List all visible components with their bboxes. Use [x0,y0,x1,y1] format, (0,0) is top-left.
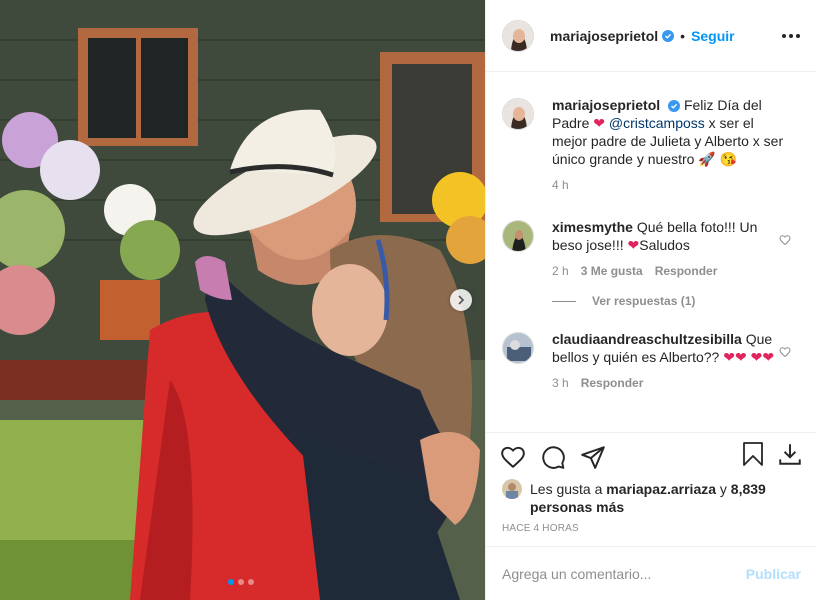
carousel-dot-active [228,579,234,585]
caption-mention[interactable]: @cristcamposs [609,115,705,131]
post-photo[interactable] [0,0,485,600]
comment-body-end: Saludos [639,237,690,253]
caption-time[interactable]: 4 h [552,178,569,192]
reply-button[interactable]: Responder [655,264,718,278]
comments-section[interactable]: mariajoseprietol Feliz Día del Padre ❤ @… [486,82,816,432]
likes-connector: y [719,481,727,497]
comment-input[interactable] [502,565,746,582]
post-image [0,0,485,600]
red-heart-icon: ❤❤ [723,349,747,365]
publish-button[interactable]: Publicar [746,566,801,582]
rocket-icon: 🚀 [698,151,716,167]
red-heart-icon: ❤ [627,237,640,253]
comment-item: ximesmythe Qué bella foto!!! Un beso jos… [486,218,816,278]
chevron-right-icon [458,295,465,305]
comment-meta: 3 h Responder [552,376,784,390]
separator-dot: • [680,27,686,44]
view-replies-button[interactable]: Ver respuestas (1) [552,294,816,308]
author-avatar[interactable] [502,19,534,52]
avatar-image [503,333,533,363]
caption-avatar[interactable] [502,98,534,130]
comment-time[interactable]: 3 h [552,376,569,390]
liker-username[interactable]: mariapaz.arriaza [606,481,716,497]
caption-username[interactable]: mariajoseprietol [552,97,660,113]
like-comment-icon[interactable] [779,346,791,358]
red-heart-icon: ❤ [593,115,605,131]
comment-likes[interactable]: 3 Me gusta [581,264,643,278]
comment-text: claudiaandreaschultzesibilla Que bellos … [552,330,784,366]
commenter-avatar[interactable] [502,220,534,252]
avatar-image [503,20,533,51]
comment-username[interactable]: claudiaandreaschultzesibilla [552,331,742,347]
more-options-icon[interactable] [782,33,800,38]
red-heart-icon: ❤❤ [750,349,775,365]
carousel-next-button[interactable] [450,289,472,311]
avatar-image [503,99,533,129]
author-username[interactable]: mariajoseprietol [550,28,658,44]
post-header: mariajoseprietol • Seguir [486,0,816,72]
share-paper-plane-icon[interactable] [580,444,606,470]
like-heart-icon[interactable] [500,444,526,470]
post-timestamp[interactable]: HACE 4 HORAS [502,523,579,534]
comment-text: ximesmythe Qué bella foto!!! Un beso jos… [552,218,784,254]
view-replies-label: Ver respuestas (1) [592,294,696,308]
comment-time[interactable]: 2 h [552,264,569,278]
verified-badge-icon [662,29,675,42]
carousel-indicator [228,579,254,585]
add-comment-bar: Publicar [486,546,816,600]
comment-meta: 2 h 3 Me gusta Responder [552,264,784,278]
caption-meta: 4 h [552,178,784,192]
replies-line [552,300,576,302]
download-icon[interactable] [777,441,803,472]
liker-avatar[interactable] [502,479,522,499]
kiss-face-icon: 😘 [719,151,738,167]
commenter-avatar[interactable] [502,332,534,364]
follow-button[interactable]: Seguir [691,28,735,44]
post-sidebar: mariajoseprietol • Seguir mariajosepriet… [485,0,816,600]
likes-prefix: Les gusta a [530,481,603,497]
like-comment-icon[interactable] [779,234,791,246]
caption-text: mariajoseprietol Feliz Día del Padre ❤ @… [552,96,784,168]
comment-item: claudiaandreaschultzesibilla Que bellos … [486,330,816,390]
likes-summary: Les gusta a mariapaz.arriaza y 8,839 per… [502,479,802,516]
comment-username[interactable]: ximesmythe [552,219,633,235]
reply-button[interactable]: Responder [581,376,644,390]
post-actions [486,432,816,480]
comment-bubble-icon[interactable] [540,444,566,470]
verified-badge-icon [668,100,681,112]
avatar-image [503,221,533,251]
caption: mariajoseprietol Feliz Día del Padre ❤ @… [486,96,816,192]
bookmark-icon[interactable] [741,441,765,472]
carousel-dot [238,579,244,585]
carousel-dot [248,579,254,585]
